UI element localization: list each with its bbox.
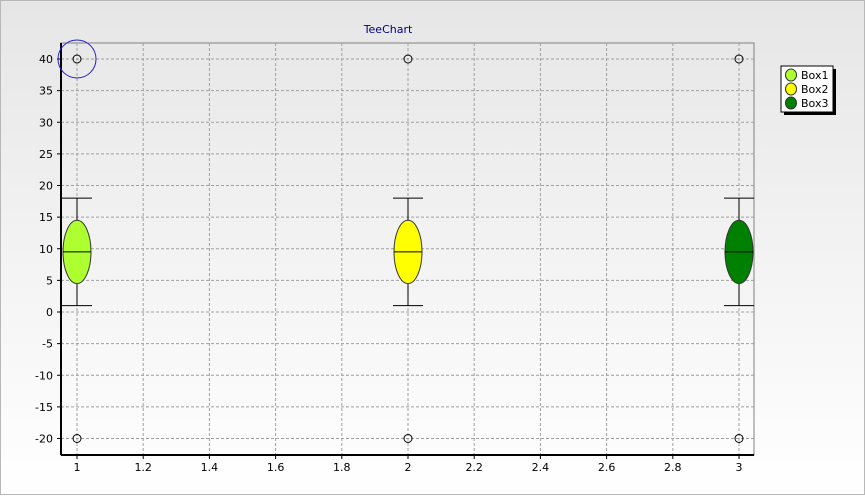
x-tick-label: 2.6 bbox=[598, 461, 616, 474]
y-tick-label: 30 bbox=[39, 116, 53, 129]
legend-marker bbox=[785, 68, 797, 82]
x-tick-label: 1.6 bbox=[267, 461, 285, 474]
x-tick-label: 2.8 bbox=[664, 461, 682, 474]
x-tick-label: 2.2 bbox=[465, 461, 483, 474]
y-tick-label: 15 bbox=[39, 211, 53, 224]
y-tick-label: -15 bbox=[35, 401, 53, 414]
legend-label: Box1 bbox=[801, 69, 828, 82]
legend-marker bbox=[785, 82, 797, 96]
x-tick-label: 1.2 bbox=[134, 461, 152, 474]
y-tick-label: 35 bbox=[39, 85, 53, 98]
y-tick-label: -5 bbox=[42, 338, 53, 351]
chart-title: TeeChart bbox=[363, 23, 413, 36]
y-tick-label: 0 bbox=[46, 306, 53, 319]
x-tick-label: 2.4 bbox=[532, 461, 550, 474]
series-layer bbox=[57, 39, 754, 443]
y-tick-label: 20 bbox=[39, 180, 53, 193]
legend-label: Box2 bbox=[801, 83, 828, 96]
x-tick-label: 1 bbox=[74, 461, 81, 474]
chart-panel: TeeChart 40 35 30 25 20 15 10 5 0 -5 -10 -15 -20 1 1.2… bbox=[0, 0, 865, 495]
x-tick-label: 1.8 bbox=[333, 461, 351, 474]
box-plot-chart: TeeChart 40 35 30 25 20 15 10 5 0 -5 -10 -15 -20 1 1.2… bbox=[35, 23, 836, 474]
y-tick-label: 5 bbox=[46, 274, 53, 287]
x-tick-label: 2 bbox=[405, 461, 412, 474]
y-tick-label: -10 bbox=[35, 369, 53, 382]
x-tick-label: 1.4 bbox=[201, 461, 219, 474]
y-tick-label: -20 bbox=[35, 433, 53, 446]
x-tick-label: 3 bbox=[736, 461, 743, 474]
legend-label: Box3 bbox=[801, 97, 828, 110]
y-tick-label: 10 bbox=[39, 243, 53, 256]
legend-marker bbox=[785, 96, 797, 110]
y-tick-label: 25 bbox=[39, 148, 53, 161]
legend[interactable]: Box1Box2Box3 bbox=[780, 65, 836, 115]
y-tick-label: 40 bbox=[39, 53, 53, 66]
